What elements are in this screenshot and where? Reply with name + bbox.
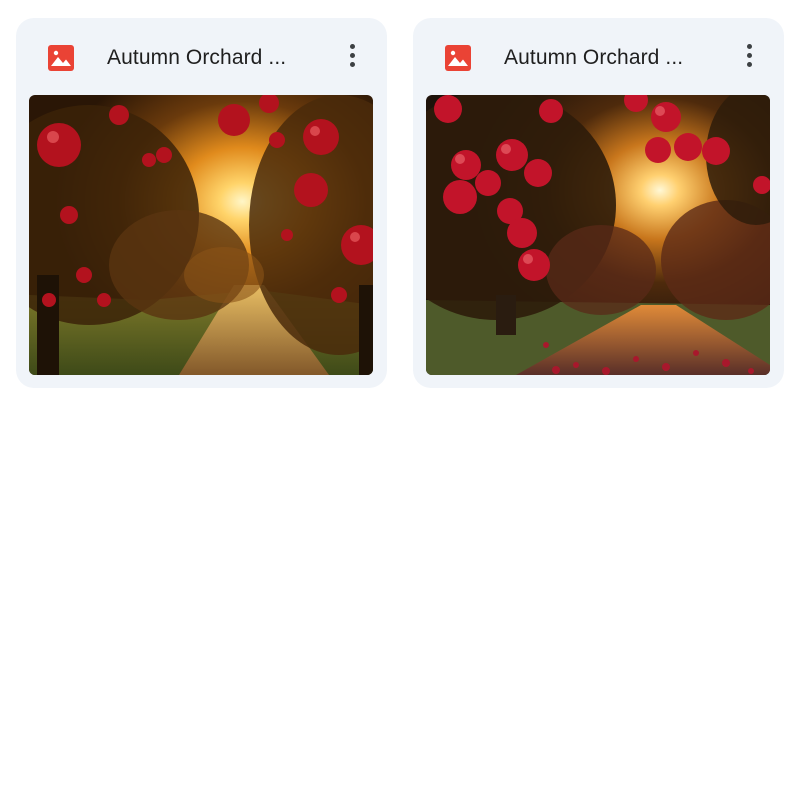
- orchard-sunset-image: [29, 95, 373, 375]
- more-options-button[interactable]: [335, 38, 369, 72]
- file-grid: Autumn Orchard ... Autumn Orchard ...: [0, 0, 786, 798]
- more-options-button[interactable]: [732, 38, 766, 72]
- image-file-icon: [48, 45, 74, 71]
- file-name: Autumn Orchard ...: [107, 46, 287, 69]
- more-vert-icon: [746, 43, 752, 67]
- file-card[interactable]: Autumn Orchard ...: [16, 18, 387, 388]
- orchard-path-image: [426, 95, 770, 375]
- more-vert-icon: [349, 43, 355, 67]
- file-card[interactable]: Autumn Orchard ...: [413, 18, 784, 388]
- file-name: Autumn Orchard ...: [504, 46, 684, 69]
- image-file-icon: [445, 45, 471, 71]
- file-card-header: Autumn Orchard ...: [413, 18, 784, 95]
- file-thumbnail[interactable]: [426, 95, 770, 375]
- file-card-header: Autumn Orchard ...: [16, 18, 387, 95]
- file-thumbnail[interactable]: [29, 95, 373, 375]
